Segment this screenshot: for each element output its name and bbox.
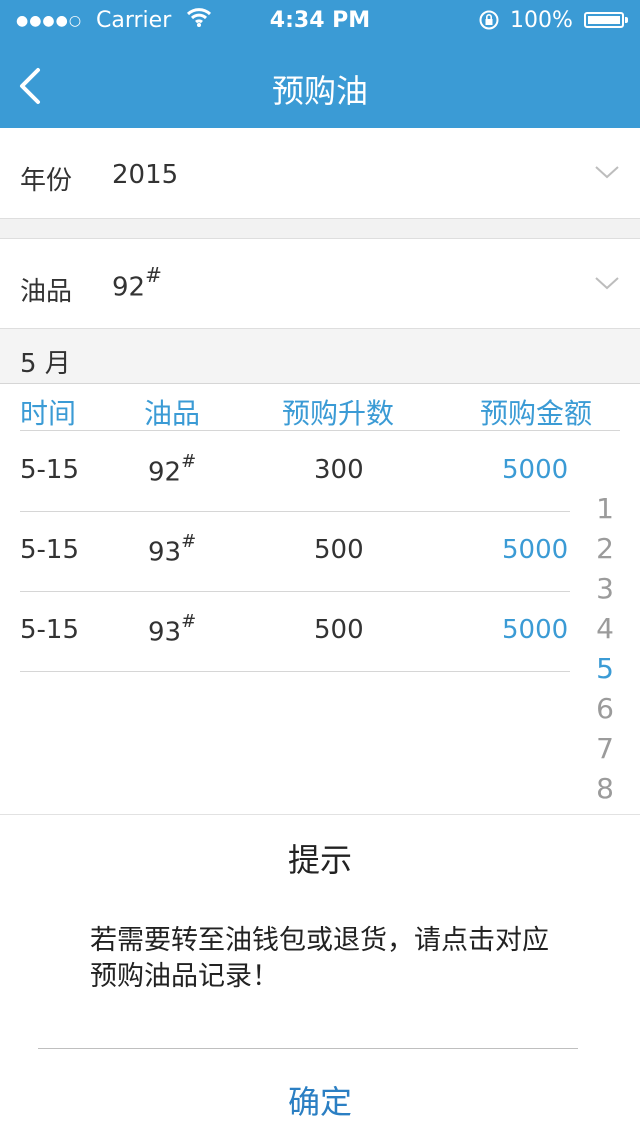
chevron-down-icon (595, 166, 619, 179)
row-oil: 92# (148, 451, 197, 488)
oil-label: 油品 (20, 277, 73, 307)
table-row[interactable]: 5-15 93# 500 5000 (20, 511, 570, 592)
month-index-item[interactable]: 6 (590, 692, 620, 725)
year-selector[interactable]: 年份 2015 (0, 128, 640, 219)
month-index-item[interactable]: 4 (590, 612, 620, 645)
column-header-amount: 预购金额 (480, 397, 593, 430)
month-index-item[interactable]: 7 (590, 732, 620, 765)
page-title: 预购油 (271, 72, 368, 110)
row-liters: 500 (314, 535, 364, 565)
status-bar: ●●●●○ Carrier 4:34 PM 100% (0, 0, 640, 40)
rotation-lock-icon (479, 10, 499, 30)
row-oil: 93# (148, 611, 197, 648)
row-amount: 5000 (502, 615, 569, 645)
year-label: 年份 (20, 166, 73, 196)
oil-value: 92# (112, 263, 162, 303)
month-index-item[interactable]: 8 (590, 772, 620, 805)
column-header-time: 时间 (20, 397, 77, 430)
row-time: 5-15 (20, 455, 80, 485)
row-time: 5-15 (20, 535, 80, 565)
battery-icon (584, 12, 628, 28)
chevron-down-icon (595, 277, 619, 290)
month-index-item[interactable]: 2 (590, 532, 620, 565)
column-header-liters: 预购升数 (282, 397, 395, 430)
oil-type-selector[interactable]: 油品 92# (0, 239, 640, 329)
month-index-item-active[interactable]: 5 (590, 652, 620, 685)
navigation-bar: 预购油 (0, 40, 640, 128)
row-amount: 5000 (502, 535, 569, 565)
table-row[interactable]: 5-15 93# 500 5000 (20, 591, 570, 672)
dialog-title: 提示 (287, 841, 352, 879)
row-amount: 5000 (502, 455, 569, 485)
month-index-item[interactable]: 1 (590, 492, 620, 525)
confirm-button[interactable]: 确定 (0, 1077, 640, 1123)
row-liters: 300 (314, 455, 364, 485)
month-title: 5 月 (20, 349, 71, 379)
dialog-message: 若需要转至油钱包或退货，请点击对应预购油品记录！ (90, 925, 549, 992)
section-gap (0, 219, 640, 239)
row-time: 5-15 (20, 615, 80, 645)
alert-dialog: 提示 若需要转至油钱包或退货，请点击对应预购油品记录！ 确定 (0, 814, 640, 1137)
row-oil: 93# (148, 531, 197, 568)
dialog-divider (38, 1048, 578, 1049)
month-index-item[interactable]: 3 (590, 572, 620, 605)
table-row[interactable]: 5-15 92# 300 5000 (20, 431, 570, 512)
column-header-oil: 油品 (144, 397, 201, 430)
battery-percent: 100% (510, 8, 573, 33)
year-value: 2015 (112, 160, 179, 190)
row-liters: 500 (314, 615, 364, 645)
month-section-header: 5 月 (0, 329, 640, 384)
